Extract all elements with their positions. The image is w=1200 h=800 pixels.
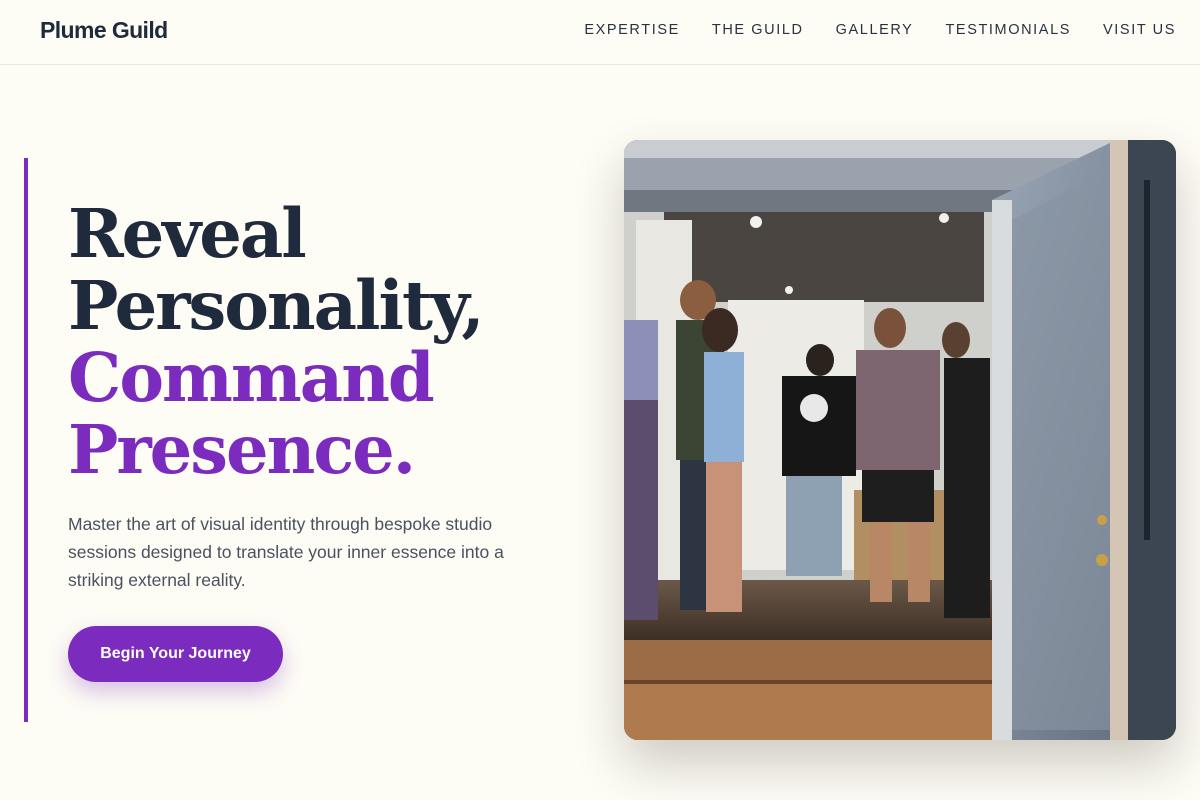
top-navigation-bar: Plume Guild EXPERTISE THE GUILD GALLERY … <box>0 0 1200 65</box>
begin-journey-button[interactable]: Begin Your Journey <box>68 626 283 682</box>
headline-line-personality: Personality, <box>68 266 485 345</box>
nav-link-testimonials[interactable]: TESTIMONIALS <box>945 20 1071 40</box>
nav-link-the-guild[interactable]: THE GUILD <box>712 20 804 40</box>
main-nav: EXPERTISE THE GUILD GALLERY TESTIMONIALS… <box>552 20 1176 40</box>
headline-line-reveal: Reveal <box>68 194 307 273</box>
headline-line-presence: Presence. <box>68 410 416 489</box>
nav-link-gallery[interactable]: GALLERY <box>836 20 914 40</box>
hero-gallery-photo <box>624 140 1176 740</box>
hero-accent-bar <box>24 158 28 722</box>
nav-link-visit-us[interactable]: VISIT US <box>1103 20 1176 40</box>
brand-logo[interactable]: Plume Guild <box>40 17 168 44</box>
hero-description: Master the art of visual identity throug… <box>68 514 504 590</box>
hero-headline: Reveal Personality, Command Presence. <box>68 194 485 489</box>
headline-line-command: Command <box>68 338 435 417</box>
nav-link-expertise[interactable]: EXPERTISE <box>584 20 680 40</box>
gallery-crowd-illustration <box>624 140 1176 740</box>
